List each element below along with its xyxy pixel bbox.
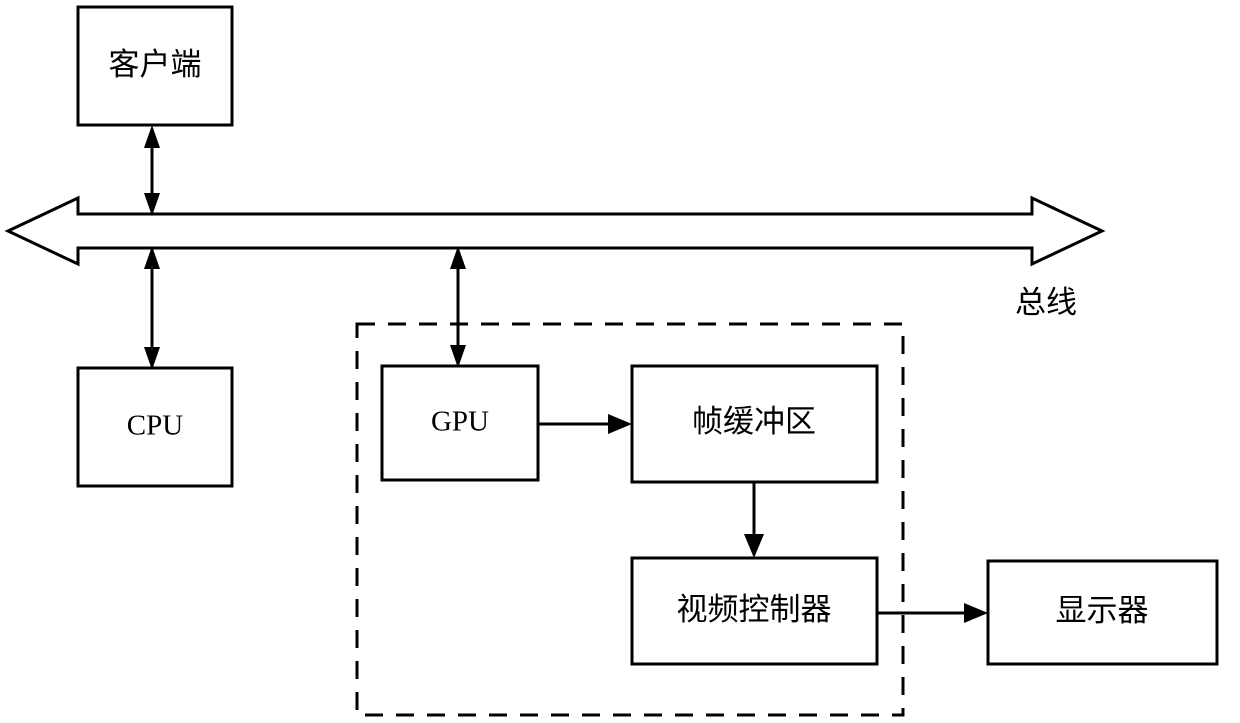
client-label: 客户端 [109, 47, 202, 82]
client-bus-arrowhead-up [144, 125, 160, 148]
bus-arrow [4, 195, 1106, 267]
gpu-label: GPU [431, 406, 489, 438]
architecture-diagram: 总线 客户端 CPU GPU 帧缓冲区 视频控制器 显示器 [4, 5, 1219, 717]
cpu-label: CPU [127, 410, 183, 442]
bus-label: 总线 [1015, 285, 1077, 320]
diagram-root: 总线 客户端 CPU GPU 帧缓冲区 视频控制器 显示器 [0, 0, 1240, 723]
framebuffer-videocontroller-arrowhead [744, 534, 764, 558]
gpu-framebuffer-arrowhead [608, 414, 632, 434]
display-label: 显示器 [1056, 593, 1149, 628]
videocontroller-display-arrowhead [964, 603, 988, 623]
videocontroller-label: 视频控制器 [677, 592, 832, 627]
framebuffer-label: 帧缓冲区 [692, 404, 816, 439]
